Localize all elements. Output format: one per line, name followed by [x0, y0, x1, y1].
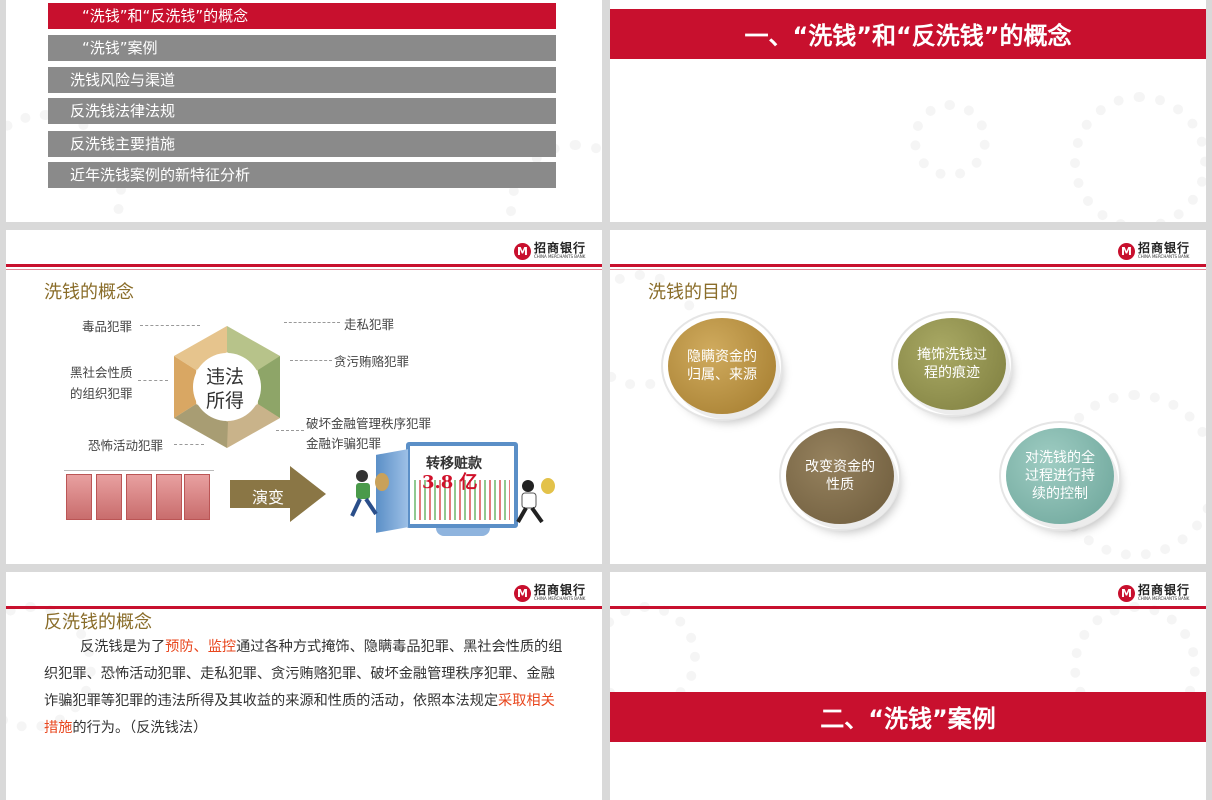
banknote-icon: [184, 474, 210, 520]
bank-logo-english: CHINA MERCHANTS BANK: [533, 596, 586, 601]
menu-item-concept[interactable]: “洗钱”和“反洗钱”的概念: [48, 3, 556, 29]
leader-line: [290, 360, 332, 361]
bank-logo-icon: M: [1117, 242, 1135, 260]
definition-paragraph: 反洗钱是为了预防、监控通过各种方式掩饰、隐瞒毒品犯罪、黑社会性质的组织犯罪、恐怖…: [44, 634, 564, 742]
slide-3-laundering-concept[interactable]: M 招商银行 CHINA MERCHANTS BANK 洗钱的概念 违法 所得 …: [6, 230, 602, 564]
header-rule: [610, 606, 1206, 609]
slide-title: 洗钱的目的: [648, 282, 738, 303]
bank-logo-icon: M: [513, 584, 531, 602]
bank-logo-english: CHINA MERCHANTS BANK: [533, 254, 586, 259]
bank-logo: M 招商银行 CHINA MERCHANTS BANK: [513, 583, 586, 602]
bank-logo-name: 招商银行: [1137, 583, 1190, 597]
slide-4-laundering-purpose[interactable]: M 招商银行 CHINA MERCHANTS BANK 洗钱的目的 隐瞒资金的归…: [610, 230, 1206, 564]
bank-logo-name: 招商银行: [533, 241, 586, 255]
evolve-label: 演变: [252, 488, 285, 507]
section-banner: 一、“洗钱”和“反洗钱”的概念: [610, 9, 1206, 59]
crime-fraud: 金融诈骗犯罪: [306, 436, 382, 451]
bank-logo-name: 招商银行: [533, 583, 586, 597]
purpose-bubble-change-nature: 改变资金的性质: [786, 428, 894, 524]
header-rule: [6, 264, 602, 267]
crime-corruption: 贪污贿赂犯罪: [334, 354, 410, 369]
slide-5-anti-laundering-concept[interactable]: M 招商银行 CHINA MERCHANTS BANK 反洗钱的概念 反洗钱是为…: [6, 572, 602, 800]
cycle-center-line-1: 违法: [206, 366, 245, 388]
menu-item-law[interactable]: 反洗钱法律法规: [48, 98, 556, 124]
menu-item-new-features[interactable]: 近年洗钱案例的新特征分析: [48, 162, 556, 188]
purpose-bubble-conceal-source: 隐瞒资金的归属、来源: [668, 318, 776, 414]
leader-line: [284, 322, 340, 323]
leader-line: [174, 444, 204, 445]
leader-line: [140, 325, 200, 326]
clothesline: [64, 470, 214, 471]
bank-logo: M 招商银行 CHINA MERCHANTS BANK: [1117, 241, 1190, 260]
purpose-bubble-hide-traces: 掩饰洗钱过程的痕迹: [898, 318, 1006, 410]
cycle-center-line-2: 所得: [206, 390, 245, 412]
slide-title: 洗钱的概念: [44, 282, 134, 303]
slide-2-section-title[interactable]: 一、“洗钱”和“反洗钱”的概念: [610, 0, 1206, 222]
crime-gang-1: 黑社会性质: [70, 365, 133, 380]
crime-terror: 恐怖活动犯罪: [88, 438, 164, 453]
purpose-bubble-continuous-control: 对洗钱的全过程进行持续的控制: [1006, 428, 1114, 524]
banknote-icon: [156, 474, 182, 520]
section-banner: 二、“洗钱”案例: [610, 692, 1206, 742]
header-rule-thin: [6, 269, 602, 270]
banknote-icon: [66, 474, 92, 520]
leader-line: [276, 430, 304, 431]
crime-smuggling: 走私犯罪: [344, 317, 395, 332]
bank-logo-icon: M: [513, 242, 531, 260]
para-part-c: 的行为。（反洗钱法）: [72, 720, 208, 736]
monitor-base: [436, 528, 490, 536]
slide-1-menu[interactable]: “洗钱”和“反洗钱”的概念 “洗钱”案例 洗钱风险与渠道 反洗钱法律法规 反洗钱…: [6, 0, 602, 222]
bank-logo-name: 招商银行: [1137, 241, 1190, 255]
watermark-flower: [910, 100, 990, 180]
bank-logo-english: CHINA MERCHANTS BANK: [1137, 254, 1190, 259]
header-rule-thin: [610, 269, 1206, 270]
menu-item-risk[interactable]: 洗钱风险与渠道: [48, 67, 556, 93]
banknote-icon: [96, 474, 122, 520]
screen-amount: 3.8 亿: [422, 472, 478, 493]
header-rule: [610, 264, 1206, 267]
slide-6-section-title[interactable]: M 招商银行 CHINA MERCHANTS BANK 二、“洗钱”案例: [610, 572, 1206, 800]
menu-item-cases[interactable]: “洗钱”案例: [48, 35, 556, 61]
crime-finance-order: 破坏金融管理秩序犯罪: [306, 416, 432, 431]
bank-logo: M 招商银行 CHINA MERCHANTS BANK: [1117, 583, 1190, 602]
para-highlight-prevent: 预防、监控: [165, 639, 237, 655]
watermark-flower: [1070, 92, 1206, 222]
thief-left-icon: [350, 470, 389, 517]
slide-title: 反洗钱的概念: [44, 612, 152, 633]
banknote-icon: [126, 474, 152, 520]
thief-right-icon: [516, 478, 555, 524]
menu-item-measures[interactable]: 反洗钱主要措施: [48, 131, 556, 157]
para-part-a: 反洗钱是为了: [80, 639, 166, 655]
crime-gang-2: 的组织犯罪: [70, 386, 133, 401]
crime-drugs: 毒品犯罪: [82, 319, 133, 334]
bank-logo-english: CHINA MERCHANTS BANK: [1137, 596, 1190, 601]
bank-logo: M 招商银行 CHINA MERCHANTS BANK: [513, 241, 586, 260]
leader-line: [138, 380, 168, 381]
bank-logo-icon: M: [1117, 584, 1135, 602]
